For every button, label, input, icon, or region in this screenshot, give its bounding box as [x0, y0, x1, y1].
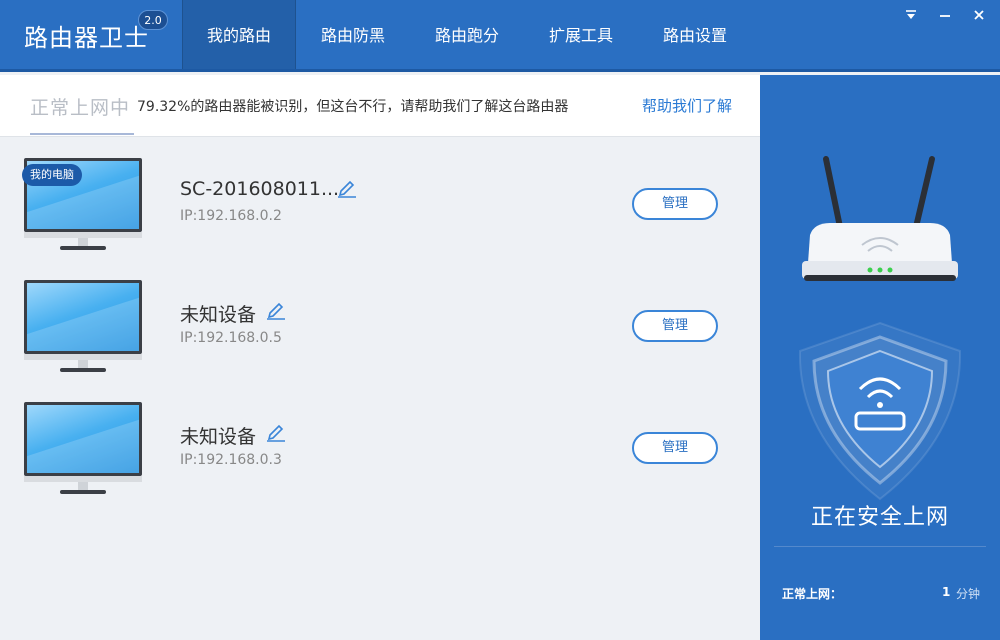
manage-button[interactable]: 管理 — [632, 188, 718, 220]
device-name: SC-201608011... — [180, 178, 340, 200]
close-icon[interactable] — [966, 8, 992, 28]
minimize-icon[interactable] — [932, 8, 958, 28]
divider — [774, 546, 986, 547]
computer-icon: 我的电脑 — [22, 158, 142, 253]
device-ip: IP:192.168.0.2 — [180, 208, 282, 224]
safe-status-text: 正在安全上网 — [810, 505, 949, 530]
tab-router-settings[interactable]: 路由设置 — [638, 0, 752, 72]
tab-extension-tools[interactable]: 扩展工具 — [524, 0, 638, 72]
device-ip: IP:192.168.0.3 — [180, 452, 282, 468]
tab-my-router[interactable]: 我的路由 — [182, 0, 296, 72]
edit-icon[interactable] — [265, 420, 287, 442]
device-row: 我的电脑 SC-201608011... IP:192.168.0.2 管理 — [0, 158, 760, 268]
online-duration-value: 1 — [942, 585, 951, 599]
tab-router-benchmark[interactable]: 路由跑分 — [410, 0, 524, 72]
online-duration-unit: 分钟 — [956, 587, 981, 601]
main-nav: 我的路由 路由防黑 路由跑分 扩展工具 路由设置 — [182, 0, 752, 72]
version-badge: 2.0 — [138, 10, 168, 30]
router-icon — [802, 156, 958, 281]
device-name: 未知设备 — [180, 426, 257, 448]
title-bar: 路由器卫士 2.0 我的路由 路由防黑 路由跑分 扩展工具 路由设置 — [0, 0, 1000, 72]
device-panel: 正常上网中 79.32%的路由器能被识别，但这台不行，请帮助我们了解这台路由器 … — [0, 75, 760, 640]
computer-icon — [24, 402, 142, 497]
online-status-title: 正常上网中 — [30, 97, 131, 119]
app-title: 路由器卫士 — [24, 24, 149, 52]
status-side-panel: 正在安全上网 正常上网： 1 分钟 — [760, 75, 1000, 640]
notice-bar: 正常上网中 79.32%的路由器能被识别，但这台不行，请帮助我们了解这台路由器 … — [0, 75, 760, 137]
notice-message: 79.32%的路由器能被识别，但这台不行，请帮助我们了解这台路由器 — [137, 99, 569, 115]
tab-router-defense[interactable]: 路由防黑 — [296, 0, 410, 72]
status-underline — [30, 133, 134, 135]
help-link[interactable]: 帮助我们了解 — [642, 95, 732, 116]
device-row: 未知设备 IP:192.168.0.5 管理 — [0, 280, 760, 390]
dropdown-icon[interactable] — [898, 8, 924, 28]
online-duration-label: 正常上网： — [782, 587, 843, 601]
device-row: 未知设备 IP:192.168.0.3 管理 — [0, 402, 760, 512]
manage-button[interactable]: 管理 — [632, 310, 718, 342]
my-computer-badge: 我的电脑 — [22, 164, 82, 186]
edit-icon[interactable] — [336, 176, 358, 198]
security-shield-icon — [798, 321, 962, 501]
window-controls — [898, 8, 992, 28]
device-name: 未知设备 — [180, 304, 257, 326]
manage-button[interactable]: 管理 — [632, 432, 718, 464]
edit-icon[interactable] — [265, 298, 287, 320]
computer-icon — [24, 280, 142, 375]
device-ip: IP:192.168.0.5 — [180, 330, 282, 346]
